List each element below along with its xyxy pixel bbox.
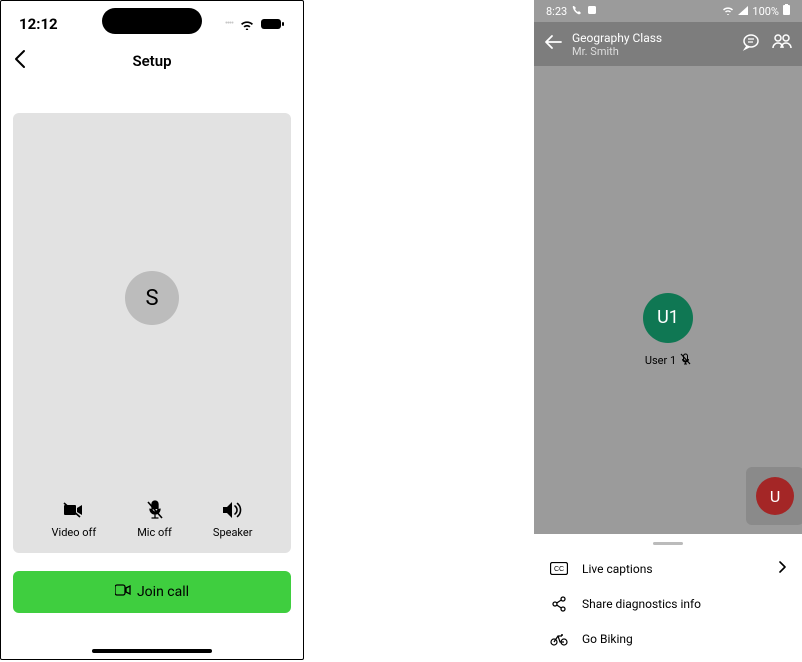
android-call-screen: 8:23 100% Geography Class <box>534 0 802 660</box>
share-diagnostics-row[interactable]: Share diagnostics info <box>534 586 802 622</box>
self-pip[interactable]: U <box>746 467 802 525</box>
notif-badge-icon <box>587 5 597 18</box>
cc-icon: CC <box>550 562 568 575</box>
call-subtitle: Mr. Smith <box>572 45 732 58</box>
video-label: Video off <box>52 526 97 539</box>
participant-label-row: User 1 <box>645 353 691 368</box>
preview-controls: Video off Mic off Speaker <box>13 500 291 539</box>
live-captions-label: Live captions <box>582 562 764 576</box>
participant-name: User 1 <box>645 354 676 367</box>
video-preview: S Video off Mic off Speaker <box>13 113 291 553</box>
mic-muted-icon <box>680 353 691 368</box>
drag-handle[interactable] <box>653 542 683 545</box>
participant-avatar: U1 <box>643 293 693 343</box>
share-icon <box>550 596 568 612</box>
svg-text:CC: CC <box>554 566 564 573</box>
page-title: Setup <box>132 52 171 70</box>
video-icon <box>115 584 131 600</box>
signal-icon <box>738 5 748 18</box>
speaker-icon <box>222 500 244 520</box>
ios-status-right: •••• <box>225 18 285 30</box>
home-indicator[interactable] <box>92 649 212 653</box>
call-title: Geography Class <box>572 31 732 45</box>
go-biking-row[interactable]: Go Biking <box>534 622 802 656</box>
self-avatar-initial: S <box>145 286 158 311</box>
self-pip-avatar: U <box>756 477 794 515</box>
share-diagnostics-label: Share diagnostics info <box>582 597 786 611</box>
cell-dots-icon: •••• <box>225 19 233 29</box>
ios-navbar: Setup <box>1 39 303 83</box>
back-button[interactable] <box>544 34 562 54</box>
go-biking-label: Go Biking <box>582 632 786 646</box>
chevron-right-icon <box>778 561 786 576</box>
audio-route-button[interactable]: Speaker <box>213 500 253 539</box>
live-captions-row[interactable]: CC Live captions <box>534 551 802 586</box>
toggle-mic-button[interactable]: Mic off <box>137 500 172 539</box>
participant-initial: U1 <box>657 307 679 328</box>
toggle-video-button[interactable]: Video off <box>52 500 97 539</box>
back-button[interactable] <box>13 49 27 73</box>
battery-text: 100% <box>752 5 779 18</box>
bottom-sheet: CC Live captions Share diagnostics info … <box>534 534 802 660</box>
wifi-icon <box>239 18 255 30</box>
mic-label: Mic off <box>137 526 172 539</box>
participants-button[interactable] <box>772 33 792 55</box>
android-time: 8:23 <box>546 5 567 18</box>
android-status-bar: 8:23 100% <box>534 0 802 22</box>
bike-icon <box>550 633 568 646</box>
join-call-button[interactable]: Join call <box>13 571 291 613</box>
mic-off-icon <box>146 500 164 520</box>
battery-icon <box>261 18 285 30</box>
iphone-setup-screen: 12:12 •••• Setup S Video off <box>0 0 304 660</box>
video-off-icon <box>63 500 85 520</box>
self-avatar: S <box>125 271 179 325</box>
battery-icon <box>783 4 790 18</box>
chat-button[interactable] <box>742 33 760 55</box>
dynamic-island <box>102 8 202 34</box>
call-header: Geography Class Mr. Smith <box>534 22 802 66</box>
wifi-icon <box>722 5 734 18</box>
self-pip-initial: U <box>770 487 780 506</box>
phone-icon <box>572 5 582 18</box>
ios-time: 12:12 <box>19 15 58 33</box>
speaker-label: Speaker <box>213 526 253 539</box>
header-titles: Geography Class Mr. Smith <box>572 31 732 58</box>
join-call-label: Join call <box>137 584 189 600</box>
